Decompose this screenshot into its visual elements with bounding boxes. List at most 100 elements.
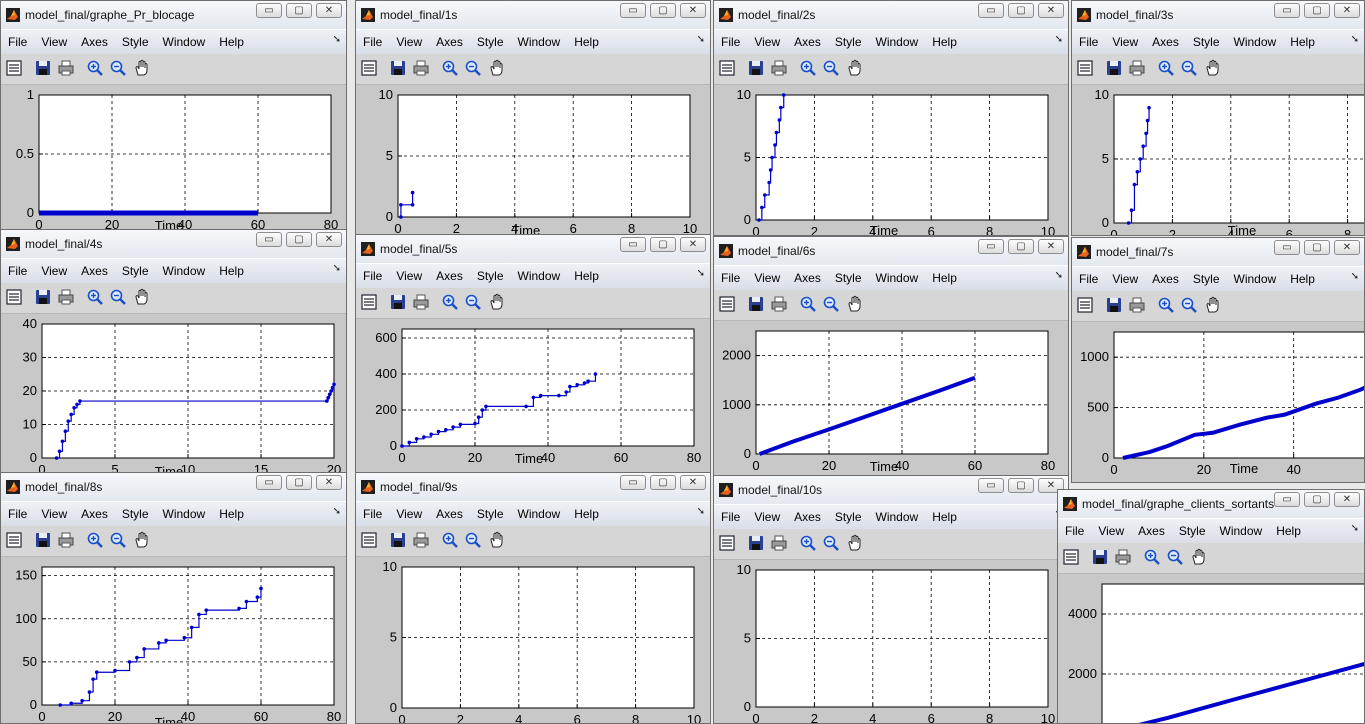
- menu-view[interactable]: View: [396, 35, 422, 49]
- minimize-icon[interactable]: ▭: [978, 239, 1004, 254]
- figure-window-w4[interactable]: model_final/4s ▭ ▢ ✕ File View Axes Style Window…: [0, 229, 347, 475]
- figure-palette-icon[interactable]: [718, 295, 736, 313]
- save-icon[interactable]: [34, 288, 52, 306]
- save-icon[interactable]: [747, 295, 765, 313]
- print-icon[interactable]: [1128, 296, 1146, 314]
- menu-window[interactable]: Window: [163, 35, 206, 49]
- maximize-icon[interactable]: ▢: [1304, 240, 1330, 255]
- pan-icon[interactable]: [846, 534, 864, 552]
- title-bar[interactable]: model_final/9s ▭ ▢ ✕: [356, 473, 710, 501]
- menu-help[interactable]: Help: [574, 507, 599, 521]
- pan-icon[interactable]: [1204, 59, 1222, 77]
- pan-icon[interactable]: [488, 293, 506, 311]
- menu-file[interactable]: File: [363, 269, 382, 283]
- maximize-icon[interactable]: ▢: [650, 237, 676, 252]
- pan-icon[interactable]: [133, 288, 151, 306]
- menu-file[interactable]: File: [8, 507, 27, 521]
- menu-style[interactable]: Style: [122, 507, 149, 521]
- maximize-icon[interactable]: ▢: [1304, 3, 1330, 18]
- pan-icon[interactable]: [488, 531, 506, 549]
- title-bar[interactable]: model_final/7s ▭ ▢ ✕: [1072, 238, 1364, 266]
- maximize-icon[interactable]: ▢: [286, 232, 312, 247]
- figure-palette-icon[interactable]: [1076, 59, 1094, 77]
- minimize-icon[interactable]: ▭: [256, 3, 282, 18]
- menu-style[interactable]: Style: [835, 510, 862, 524]
- save-icon[interactable]: [34, 531, 52, 549]
- zoom-in-icon[interactable]: [86, 531, 104, 549]
- dock-arrow-icon[interactable]: ➘: [1351, 271, 1359, 282]
- figure-palette-icon[interactable]: [718, 59, 736, 77]
- menu-window[interactable]: Window: [1220, 524, 1263, 538]
- zoom-out-icon[interactable]: [1166, 548, 1184, 566]
- zoom-in-icon[interactable]: [441, 531, 459, 549]
- menu-view[interactable]: View: [396, 507, 422, 521]
- menu-axes[interactable]: Axes: [81, 264, 108, 278]
- dock-arrow-icon[interactable]: ➘: [1055, 270, 1063, 281]
- figure-palette-icon[interactable]: [360, 59, 378, 77]
- dock-arrow-icon[interactable]: ➘: [1351, 34, 1359, 45]
- close-icon[interactable]: ✕: [316, 475, 342, 490]
- title-bar[interactable]: model_final/4s ▭ ▢ ✕: [1, 230, 346, 258]
- figure-palette-icon[interactable]: [718, 534, 736, 552]
- menu-style[interactable]: Style: [477, 35, 504, 49]
- print-icon[interactable]: [57, 59, 75, 77]
- zoom-in-icon[interactable]: [86, 59, 104, 77]
- figure-window-w2[interactable]: model_final/2s ▭ ▢ ✕ File View Axes Style Window…: [713, 0, 1069, 236]
- zoom-out-icon[interactable]: [109, 531, 127, 549]
- menu-style[interactable]: Style: [1179, 524, 1206, 538]
- maximize-icon[interactable]: ▢: [1008, 3, 1034, 18]
- menu-axes[interactable]: Axes: [436, 507, 463, 521]
- maximize-icon[interactable]: ▢: [286, 3, 312, 18]
- menu-axes[interactable]: Axes: [436, 35, 463, 49]
- menu-view[interactable]: View: [754, 271, 780, 285]
- close-icon[interactable]: ✕: [1334, 3, 1360, 18]
- minimize-icon[interactable]: ▭: [256, 475, 282, 490]
- print-icon[interactable]: [412, 59, 430, 77]
- dock-arrow-icon[interactable]: ➘: [697, 268, 705, 279]
- title-bar[interactable]: model_final/graphe_clients_sortants ▭ ▢ ✕: [1058, 490, 1364, 518]
- figure-window-w6[interactable]: model_final/6s ▭ ▢ ✕ File View Axes Style Window…: [713, 236, 1069, 482]
- figure-window-w0[interactable]: model_final/graphe_Pr_blocage ▭ ▢ ✕ File View…: [0, 0, 347, 236]
- dock-arrow-icon[interactable]: ➘: [333, 263, 341, 274]
- menu-help[interactable]: Help: [932, 271, 957, 285]
- title-bar[interactable]: model_final/3s ▭ ▢ ✕: [1072, 1, 1364, 29]
- save-icon[interactable]: [747, 534, 765, 552]
- figure-window-w10[interactable]: model_final/10s ▭ ▢ ✕ File View Axes Style Windo…: [713, 475, 1069, 724]
- maximize-icon[interactable]: ▢: [650, 475, 676, 490]
- menu-window[interactable]: Window: [876, 271, 919, 285]
- zoom-in-icon[interactable]: [441, 293, 459, 311]
- menu-view[interactable]: View: [1112, 35, 1138, 49]
- menu-help[interactable]: Help: [1276, 524, 1301, 538]
- axes-area[interactable]: [1101, 583, 1364, 723]
- figure-window-w8[interactable]: model_final/8s ▭ ▢ ✕ File View Axes Style Window…: [0, 472, 347, 724]
- title-bar[interactable]: model_final/graphe_Pr_blocage ▭ ▢ ✕: [1, 1, 346, 29]
- close-icon[interactable]: ✕: [1038, 239, 1064, 254]
- figure-window-w9[interactable]: model_final/9s ▭ ▢ ✕ File View Axes Style Window…: [355, 472, 711, 724]
- maximize-icon[interactable]: ▢: [1304, 492, 1330, 507]
- save-icon[interactable]: [389, 531, 407, 549]
- menu-window[interactable]: Window: [518, 269, 561, 283]
- zoom-in-icon[interactable]: [441, 59, 459, 77]
- menu-window[interactable]: Window: [876, 510, 919, 524]
- minimize-icon[interactable]: ▭: [620, 237, 646, 252]
- menu-view[interactable]: View: [754, 510, 780, 524]
- menu-file[interactable]: File: [8, 264, 27, 278]
- figure-window-w3[interactable]: model_final/3s ▭ ▢ ✕ File View Axes Style Window…: [1071, 0, 1365, 236]
- close-icon[interactable]: ✕: [1334, 492, 1360, 507]
- menu-style[interactable]: Style: [835, 271, 862, 285]
- save-icon[interactable]: [34, 59, 52, 77]
- pan-icon[interactable]: [846, 295, 864, 313]
- minimize-icon[interactable]: ▭: [1274, 492, 1300, 507]
- figure-palette-icon[interactable]: [5, 59, 23, 77]
- figure-palette-icon[interactable]: [5, 288, 23, 306]
- menu-window[interactable]: Window: [163, 507, 206, 521]
- menu-view[interactable]: View: [41, 507, 67, 521]
- zoom-in-icon[interactable]: [799, 534, 817, 552]
- menu-file[interactable]: File: [721, 510, 740, 524]
- menu-style[interactable]: Style: [1193, 35, 1220, 49]
- menu-axes[interactable]: Axes: [1152, 35, 1179, 49]
- minimize-icon[interactable]: ▭: [978, 478, 1004, 493]
- pan-icon[interactable]: [1190, 548, 1208, 566]
- menu-style[interactable]: Style: [477, 507, 504, 521]
- close-icon[interactable]: ✕: [1038, 3, 1064, 18]
